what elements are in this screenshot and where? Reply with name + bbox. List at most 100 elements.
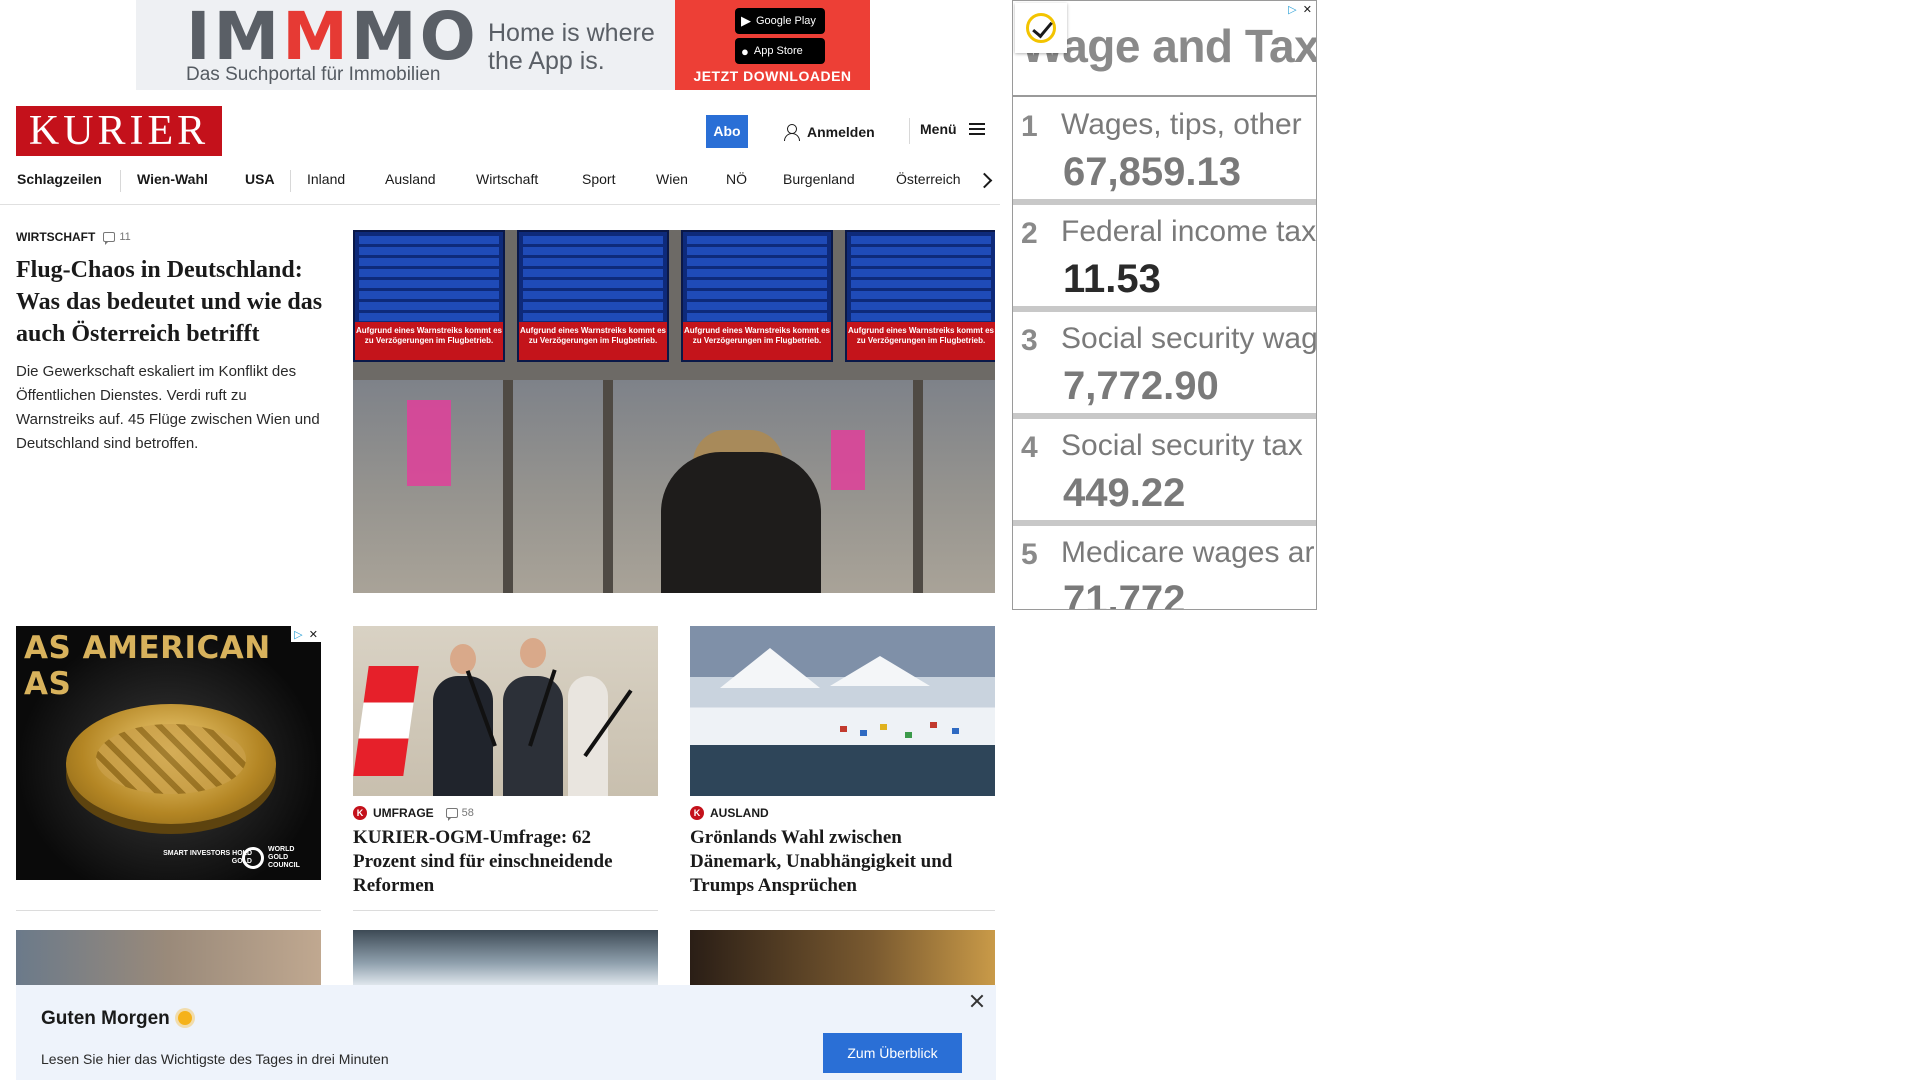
adchoices-triangle-icon: ▷ <box>294 628 303 641</box>
morning-briefing-banner: Guten Morgen Lesen Sie hier das Wichtigs… <box>16 985 996 1080</box>
wgc-logo: WORLD GOLD COUNCIL <box>242 846 300 870</box>
illuminated-ad-screen <box>831 430 865 490</box>
tax-row-value: 71,772 <box>1063 578 1186 610</box>
article-card[interactable]: K UMFRAGE 58 KURIER-OGM-Umfrage: 62 Proz… <box>353 626 658 898</box>
tax-row-value: 449.22 <box>1063 471 1186 515</box>
departure-board: Aufgrund eines Warnstreiks kommt es zu V… <box>681 230 833 362</box>
menu-button[interactable]: Menü <box>920 121 985 137</box>
login-button[interactable]: Anmelden <box>783 121 875 143</box>
lead-article[interactable]: WIRTSCHAFT 11 Flug-Chaos in Deutschland:… <box>16 230 326 456</box>
tax-row: 1 Wages, tips, other 67,859.13 <box>1013 98 1316 205</box>
close-icon[interactable] <box>969 993 985 1009</box>
illuminated-ad-screen <box>407 400 451 486</box>
article-thumbnail[interactable] <box>353 930 658 985</box>
traveler-silhouette <box>661 452 821 593</box>
tax-row: 2 Federal income tax 11.53 <box>1013 205 1316 312</box>
lead-comment-count[interactable]: 11 <box>103 231 131 245</box>
colorful-house <box>840 726 847 732</box>
ad-close-icon[interactable]: ✕ <box>1303 3 1312 16</box>
lead-title[interactable]: Flug-Chaos in Deutschland: Was das bedeu… <box>16 254 326 350</box>
lead-image-airport[interactable]: Aufgrund eines Warnstreiks kommt es zu V… <box>353 230 995 593</box>
tax-row-value: 67,859.13 <box>1063 150 1241 194</box>
kurier-logo[interactable]: KURIER <box>16 106 222 156</box>
card-category[interactable]: AUSLAND <box>710 806 769 820</box>
board-warning-text: Aufgrund eines Warnstreiks kommt es zu V… <box>519 322 667 360</box>
article-thumbnail[interactable] <box>16 930 321 985</box>
overview-button[interactable]: Zum Überblick <box>823 1033 962 1073</box>
greenland-town-photo[interactable] <box>690 626 995 796</box>
kurier-k-icon: K <box>690 806 704 820</box>
card-title[interactable]: KURIER-OGM-Umfrage: 62 Prozent sind für … <box>353 826 658 898</box>
tax-row-label: Social security wag <box>1061 322 1317 355</box>
nav-item-wirtschaft[interactable]: Wirtschaft <box>476 171 538 187</box>
tax-row: 4 Social security tax 449.22 <box>1013 419 1316 526</box>
departure-board: Aufgrund eines Warnstreiks kommt es zu V… <box>845 230 995 362</box>
tax-row: 3 Social security wag 7,772.90 <box>1013 312 1317 419</box>
politics-press-photo[interactable] <box>353 626 658 796</box>
google-play-badge[interactable]: ▶ Google Play <box>735 8 825 34</box>
lead-kicker: WIRTSCHAFT 11 <box>16 230 326 245</box>
tax-row: 5 Medicare wages ar 71,772 <box>1013 526 1316 610</box>
colorful-house <box>905 732 912 738</box>
google-play-icon: ▶ <box>741 13 751 28</box>
apple-icon: ● <box>741 43 749 59</box>
article-thumbnail[interactable] <box>690 930 995 985</box>
politician-figure <box>433 676 493 796</box>
nav-item-oesterreich[interactable]: Österreich <box>896 171 961 187</box>
tax-form-ad[interactable]: Wage and Tax ▷ ✕ 1 Wages, tips, other 67,… <box>1012 0 1317 610</box>
departure-board: Aufgrund eines Warnstreiks kommt es zu V… <box>517 230 669 362</box>
hamburger-icon <box>968 123 985 135</box>
nav-item-wien-wahl[interactable]: Wien-Wahl <box>137 171 208 187</box>
ad-close-icon[interactable]: ✕ <box>309 628 318 641</box>
gold-pie-ad[interactable]: AS AMERICAN AS SMART INVESTORS HOLD GOLD… <box>16 626 321 880</box>
austria-flag <box>353 666 419 776</box>
hall-pillar <box>503 380 513 593</box>
card-title[interactable]: Grönlands Wahl zwischen Dänemark, Unabhä… <box>690 826 995 898</box>
nav-scroll-right-icon[interactable] <box>975 170 995 190</box>
adchoices-triangle-icon: ▷ <box>1288 3 1297 16</box>
tax-row-label: Medicare wages ar <box>1061 536 1315 569</box>
hall-pillar <box>913 380 923 593</box>
nav-item-usa[interactable]: USA <box>245 171 275 187</box>
abo-button[interactable]: Abo <box>706 115 748 148</box>
board-warning-text: Aufgrund eines Warnstreiks kommt es zu V… <box>355 322 503 360</box>
nav-divider <box>120 170 121 192</box>
login-label: Anmelden <box>807 124 875 140</box>
ad-slogan: Home is where the App is. <box>488 19 655 75</box>
lead-teaser: Die Gewerkschaft eskaliert im Konflikt d… <box>16 363 320 452</box>
nav-item-sport[interactable]: Sport <box>582 171 615 187</box>
card-comment-count[interactable]: 58 <box>445 807 474 821</box>
nav-item-burgenland[interactable]: Burgenland <box>783 171 855 187</box>
snowy-mountain <box>720 648 820 688</box>
nav-item-wien[interactable]: Wien <box>656 171 688 187</box>
lead-category[interactable]: WIRTSCHAFT <box>16 230 95 244</box>
menu-label: Menü <box>920 121 957 137</box>
ad-subline: Das Suchportal für Immobilien <box>186 64 441 85</box>
pie-ad-headline: AS AMERICAN AS <box>24 630 271 702</box>
nav-item-schlagzeilen[interactable]: Schlagzeilen <box>17 171 102 187</box>
adchoices-icon[interactable]: ▷ ✕ <box>291 626 321 642</box>
tax-row-number: 4 <box>1021 431 1038 464</box>
board-warning-text: Aufgrund eines Warnstreiks kommt es zu V… <box>847 322 995 360</box>
nav-item-inland[interactable]: Inland <box>307 171 345 187</box>
comment-icon <box>103 232 116 245</box>
kurier-k-icon: K <box>353 806 367 820</box>
politician-head <box>520 638 546 668</box>
top-banner-ad[interactable]: IMMMO Das Suchportal für Immobilien Home… <box>136 0 870 90</box>
article-card[interactable]: K AUSLAND Grönlands Wahl zwischen Dänema… <box>690 626 995 898</box>
tax-row-value: 11.53 <box>1063 257 1161 301</box>
adchoices-icon[interactable]: ▷ ✕ <box>1285 1 1315 17</box>
nav-divider <box>290 170 291 192</box>
card-category[interactable]: UMFRAGE <box>373 806 434 820</box>
nav-item-noe[interactable]: NÖ <box>726 171 747 187</box>
main-nav: Schlagzeilen Wien-Wahl USA Inland Auslan… <box>0 165 1000 205</box>
app-store-badge[interactable]: ● App Store <box>735 38 825 64</box>
pie-ad-tagline: SMART INVESTORS HOLD GOLD <box>163 850 252 865</box>
sun-icon <box>177 1011 192 1025</box>
colorful-house <box>952 728 959 734</box>
tax-row-number: 2 <box>1021 217 1038 250</box>
board-warning-text: Aufgrund eines Warnstreiks kommt es zu V… <box>683 322 831 360</box>
nav-item-ausland[interactable]: Ausland <box>385 171 436 187</box>
ad-download-button[interactable]: JETZT DOWNLOADEN <box>675 68 870 84</box>
ad-cta-panel[interactable]: ▶ Google Play ● App Store JETZT DOWNLOADEN <box>675 0 870 90</box>
